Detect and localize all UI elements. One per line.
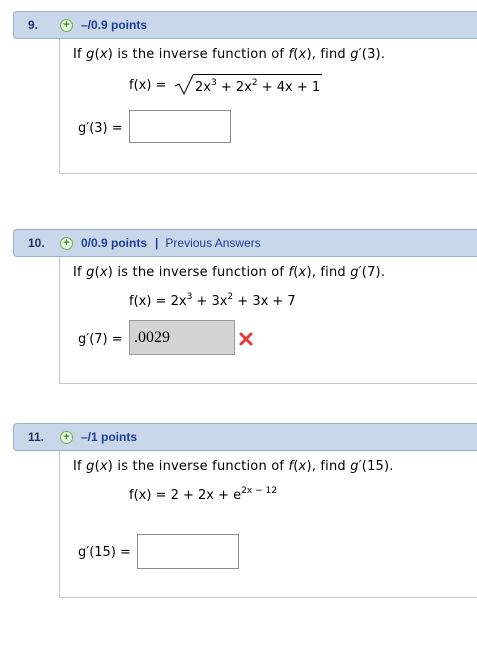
answer-input-11[interactable] (137, 534, 239, 569)
expand-plus-icon[interactable]: + (60, 236, 73, 250)
question-9-header: 9. + –/0.9 points (13, 11, 477, 39)
answer-input-10[interactable] (129, 320, 235, 355)
points-label: –/0.9 points (81, 18, 148, 32)
expand-plus-icon[interactable]: + (60, 430, 73, 444)
function-formula: f(x) = 2x3 + 3x2 + 3x + 7 (129, 292, 296, 309)
function-formula: f(x) = (129, 78, 167, 93)
previous-answers-link[interactable]: Previous Answers (165, 236, 260, 250)
question-number: 10. (28, 236, 45, 250)
function-formula: f(x) = 2 + 2x + e2x − 12 (129, 486, 277, 503)
answer-label: g′(7) = (78, 332, 123, 347)
question-number: 11. (28, 430, 45, 444)
points-label: –/1 points (81, 430, 138, 444)
question-10-header: 10. + 0/0.9 points | Previous Answers (13, 229, 477, 257)
question-prompt: If g(x) is the inverse function of f(x),… (73, 265, 386, 280)
sqrt-icon (174, 74, 194, 96)
sqrt-bar (193, 74, 322, 75)
question-number: 9. (28, 18, 39, 32)
answer-input-9[interactable] (129, 110, 231, 143)
question-prompt: If g(x) is the inverse function of f(x),… (73, 459, 394, 474)
question-11-header: 11. + –/1 points (13, 423, 477, 451)
incorrect-x-icon (239, 332, 253, 346)
radicand: 2x3 + 2x2 + 4x + 1 (195, 78, 321, 95)
answer-label: g′(3) = (78, 121, 123, 136)
points-label: 0/0.9 points | Previous Answers (81, 236, 261, 250)
question-prompt: If g(x) is the inverse function of f(x),… (73, 47, 386, 62)
expand-plus-icon[interactable]: + (60, 18, 73, 32)
answer-label: g′(15) = (78, 545, 131, 560)
